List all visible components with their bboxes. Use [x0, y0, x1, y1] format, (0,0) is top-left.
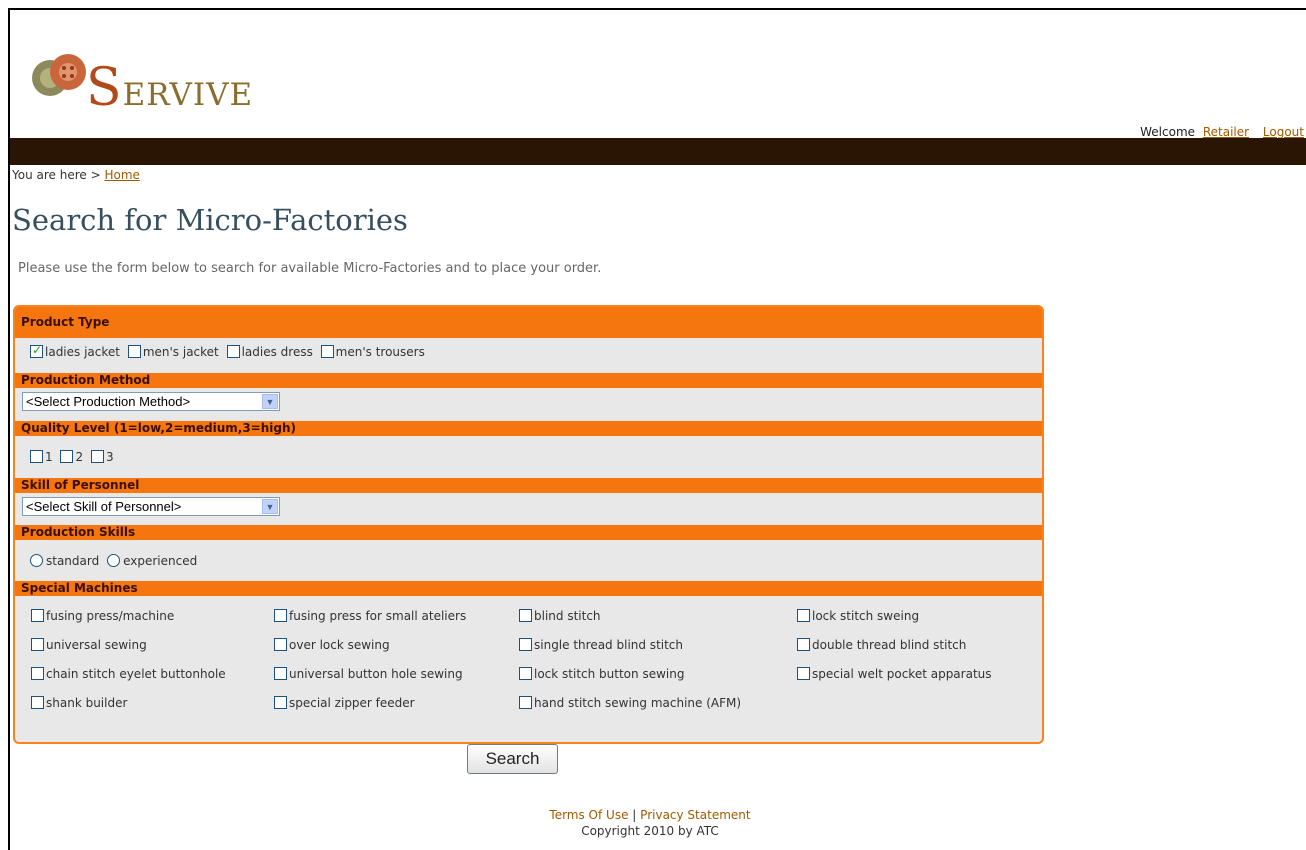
machine-option[interactable]: lock stitch button sewing	[519, 667, 684, 681]
machine-option[interactable]: hand stitch sewing machine (AFM)	[519, 696, 741, 710]
machine-option[interactable]: blind stitch	[519, 609, 601, 623]
footer-links: Terms Of Use | Privacy Statement	[10, 808, 1290, 822]
top-nav-bar	[10, 138, 1306, 165]
servive-logo[interactable]: SERVIVE	[28, 28, 252, 118]
breadcrumb-home-link[interactable]: Home	[104, 168, 139, 182]
checkbox-icon[interactable]	[274, 609, 287, 622]
production-skills-options: standard experienced	[30, 554, 1042, 568]
machine-option[interactable]: over lock sewing	[274, 638, 390, 652]
checkbox-icon[interactable]	[90, 450, 104, 463]
checkbox-icon[interactable]	[519, 638, 532, 651]
quality-option[interactable]: 3	[90, 450, 114, 464]
page-title: Search for Micro-Factories	[12, 203, 408, 237]
production-method-select[interactable]: <Select Production Method> ▼	[22, 392, 280, 411]
machine-option[interactable]: double thread blind stitch	[797, 638, 966, 652]
machine-option[interactable]: special zipper feeder	[274, 696, 415, 710]
terms-link[interactable]: Terms Of Use	[549, 808, 628, 822]
intro-text: Please use the form below to search for …	[18, 261, 602, 276]
skill-of-personnel-select[interactable]: <Select Skill of Personnel> ▼	[22, 497, 280, 516]
machine-option[interactable]: chain stitch eyelet buttonhole	[31, 667, 226, 681]
machine-option[interactable]: universal sewing	[31, 638, 147, 652]
checkbox-icon[interactable]	[31, 609, 44, 622]
quality-option[interactable]: 2	[60, 450, 83, 464]
quality-option[interactable]: 1	[30, 450, 53, 464]
checkbox-icon[interactable]	[30, 450, 43, 463]
skill-of-personnel-header: Skill of Personnel	[15, 478, 1042, 493]
checkbox-icon[interactable]	[797, 667, 810, 680]
checkbox-icon[interactable]	[797, 638, 810, 651]
checkbox-icon[interactable]	[519, 667, 532, 680]
product-type-option[interactable]: men's trousers	[320, 345, 425, 359]
search-form: Product Type ladies jacket men's jacket …	[13, 305, 1044, 744]
machine-option[interactable]: fusing press/machine	[31, 609, 174, 623]
product-type-header: Product Type	[15, 307, 1042, 338]
chevron-down-icon[interactable]: ▼	[262, 499, 278, 514]
machine-option[interactable]: special welt pocket apparatus	[797, 667, 992, 681]
checkbox-icon[interactable]	[519, 609, 532, 622]
special-machines-header: Special Machines	[15, 581, 1042, 596]
machine-option[interactable]: fusing press for small ateliers	[274, 609, 466, 623]
logout-link[interactable]: Logout	[1263, 125, 1304, 139]
radio-icon[interactable]	[30, 554, 43, 567]
product-type-option[interactable]: men's jacket	[127, 345, 219, 359]
production-skill-option[interactable]: experienced	[107, 554, 197, 568]
production-skills-header: Production Skills	[15, 525, 1042, 540]
radio-icon[interactable]	[107, 554, 121, 567]
retailer-link[interactable]: Retailer	[1203, 125, 1249, 139]
checkbox-checked-icon[interactable]	[30, 343, 43, 358]
checkbox-icon[interactable]	[274, 667, 287, 680]
privacy-link[interactable]: Privacy Statement	[640, 808, 750, 822]
checkbox-icon[interactable]	[127, 345, 141, 358]
product-type-option[interactable]: ladies dress	[226, 345, 313, 359]
machine-option[interactable]: shank builder	[31, 696, 127, 710]
welcome-text: Welcome	[1140, 125, 1196, 139]
checkbox-icon[interactable]	[519, 696, 532, 709]
checkbox-icon[interactable]	[60, 450, 74, 463]
checkbox-icon[interactable]	[226, 345, 240, 358]
copyright-text: Copyright 2010 by ATC	[581, 824, 719, 838]
machine-option[interactable]: universal button hole sewing	[274, 667, 463, 681]
welcome-bar: Welcome Retailer Logout	[1140, 125, 1304, 139]
checkbox-icon[interactable]	[320, 345, 334, 358]
product-type-option[interactable]: ladies jacket	[30, 343, 120, 359]
search-button[interactable]: Search	[467, 744, 558, 774]
checkbox-icon[interactable]	[31, 638, 44, 651]
logo-text: SERVIVE	[86, 58, 253, 118]
footer: Terms Of Use | Privacy Statement Copyrig…	[10, 808, 1290, 838]
chevron-down-icon[interactable]: ▼	[262, 394, 278, 409]
breadcrumb-prefix: You are here >	[12, 168, 101, 182]
quality-level-options: 1 2 3	[30, 450, 1042, 464]
checkbox-icon[interactable]	[31, 667, 44, 680]
quality-level-header: Quality Level (1=low,2=medium,3=high)	[15, 421, 1042, 436]
checkbox-icon[interactable]	[274, 638, 287, 651]
breadcrumb: You are here > Home	[12, 168, 140, 182]
production-method-header: Production Method	[15, 373, 1042, 388]
logo-initial: S	[86, 58, 123, 118]
checkbox-icon[interactable]	[797, 609, 810, 622]
product-type-options: ladies jacket men's jacket ladies dress …	[30, 343, 1042, 359]
checkbox-icon[interactable]	[274, 696, 287, 709]
checkbox-icon[interactable]	[31, 696, 44, 709]
footer-separator: |	[632, 808, 637, 822]
production-skill-option[interactable]: standard	[30, 554, 99, 568]
machine-option[interactable]: lock stitch sweing	[797, 609, 919, 623]
logo-rest: ERVIVE	[122, 77, 254, 113]
buttons-logo-icon	[32, 54, 86, 96]
machine-option[interactable]: single thread blind stitch	[519, 638, 683, 652]
page-frame: SERVIVE Welcome Retailer Logout You are …	[8, 8, 1306, 850]
